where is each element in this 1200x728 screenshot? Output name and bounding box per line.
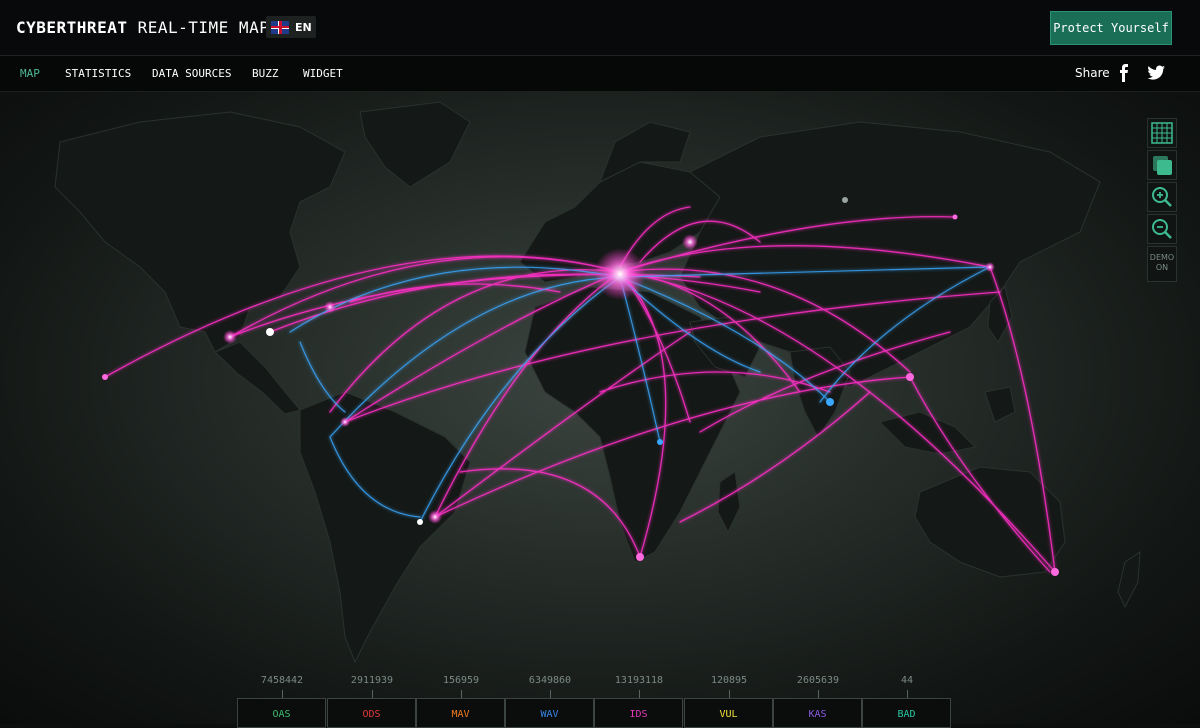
nav-map[interactable]: MAP xyxy=(20,67,40,80)
demo-label-line1: DEMO xyxy=(1149,253,1175,262)
app-title-rest: REAL-TIME MAP xyxy=(127,18,270,37)
nav-widget[interactable]: WIDGET xyxy=(303,67,343,80)
stat-count-wav: 6349860 xyxy=(528,675,572,686)
stat-label-vul: VUL xyxy=(719,709,738,720)
stat-count-kas: 2605639 xyxy=(796,675,840,686)
stat-count-ids: 13193118 xyxy=(614,675,664,686)
share-label: Share xyxy=(1075,66,1110,80)
protect-yourself-button[interactable]: Protect Yourself xyxy=(1050,11,1172,45)
layers-toggle-button[interactable] xyxy=(1147,150,1177,180)
app-title-bold: CYBERTHREAT xyxy=(16,18,128,37)
grid-icon xyxy=(1151,122,1173,144)
demo-toggle-button[interactable]: DEMO ON xyxy=(1147,246,1177,282)
stat-label-oas: OAS xyxy=(272,709,291,720)
threat-map[interactable]: DEMO ON xyxy=(0,92,1200,724)
stat-label-mav: MAV xyxy=(451,709,470,720)
stat-label-wav: WAV xyxy=(540,709,559,720)
nav-buzz[interactable]: BUZZ xyxy=(252,67,279,80)
stat-label-kas: KAS xyxy=(808,709,827,720)
layers-icon xyxy=(1153,156,1172,175)
stat-count-vul: 120895 xyxy=(710,675,748,686)
top-bar: CYBERTHREAT REAL-TIME MAP EN Protect You… xyxy=(0,0,1200,56)
main-nav: MAP STATISTICS DATA SOURCES BUZZ WIDGET … xyxy=(0,56,1200,92)
twitter-icon[interactable] xyxy=(1146,64,1166,82)
facebook-icon[interactable] xyxy=(1117,64,1131,82)
stat-label-bad: BAD xyxy=(897,709,916,720)
stat-count-oas: 7458442 xyxy=(260,675,304,686)
continents xyxy=(54,101,1141,664)
grid-toggle-button[interactable] xyxy=(1147,118,1177,148)
nav-data-sources[interactable]: DATA SOURCES xyxy=(152,67,231,80)
demo-label-line2: ON xyxy=(1155,263,1169,272)
zoom-out-button[interactable] xyxy=(1147,214,1177,244)
zoom-out-icon xyxy=(1152,219,1172,239)
stat-label-ids: IDS xyxy=(629,709,648,720)
zoom-in-button[interactable] xyxy=(1147,182,1177,212)
zoom-in-icon xyxy=(1152,187,1172,207)
stat-label-ods: ODS xyxy=(362,709,381,720)
language-code: EN xyxy=(295,20,312,34)
stat-count-ods: 2911939 xyxy=(350,675,394,686)
uk-flag-icon xyxy=(271,20,289,34)
stat-count-bad: 44 xyxy=(900,675,914,686)
world-map-canvas xyxy=(54,101,1141,664)
stat-count-mav: 156959 xyxy=(442,675,480,686)
app-title: CYBERTHREAT REAL-TIME MAP xyxy=(16,18,269,37)
language-selector[interactable]: EN xyxy=(266,16,316,38)
nav-statistics[interactable]: STATISTICS xyxy=(65,67,131,80)
